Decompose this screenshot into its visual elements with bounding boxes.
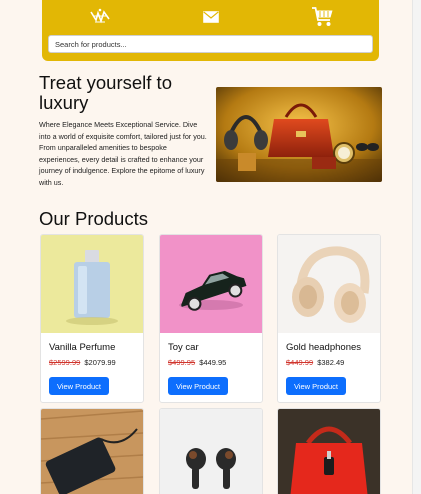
page-scrollbar[interactable] <box>412 0 421 494</box>
products-section-title: Our Products <box>39 208 148 229</box>
search-input[interactable] <box>48 35 373 53</box>
view-product-button[interactable]: View Product <box>286 377 346 395</box>
product-image-red-handbag[interactable] <box>278 409 380 494</box>
logo-icon[interactable] <box>88 6 112 28</box>
current-price: $449.95 <box>199 358 227 367</box>
product-name: Toy car <box>168 342 199 353</box>
cart-icon[interactable] <box>310 6 334 28</box>
product-name: Gold headphones <box>286 342 362 353</box>
product-card: Gold headphones $449.99 $382.49 View Pro… <box>277 234 381 403</box>
product-prices: $449.99 $382.49 <box>286 358 344 367</box>
product-image-toy-car[interactable] <box>160 235 262 333</box>
hero-luxury-image <box>216 87 382 182</box>
top-header <box>42 0 379 61</box>
old-price: $2599.99 <box>49 358 81 367</box>
hero-description: Where Elegance Meets Exceptional Service… <box>39 120 207 187</box>
hero-title: Treat yourself to luxury <box>39 72 172 113</box>
product-image-perfume[interactable] <box>41 235 143 333</box>
old-price: $499.95 <box>168 358 196 367</box>
old-price: $449.99 <box>286 358 314 367</box>
product-card <box>159 408 263 494</box>
product-card <box>277 408 381 494</box>
product-card <box>40 408 144 494</box>
current-price: $382.49 <box>317 358 345 367</box>
product-card: Vanilla Perfume $2599.99 $2079.99 View P… <box>40 234 144 403</box>
current-price: $2079.99 <box>84 358 116 367</box>
product-name: Vanilla Perfume <box>49 342 116 353</box>
view-product-button[interactable]: View Product <box>168 377 228 395</box>
product-image-headphones[interactable] <box>278 235 380 333</box>
product-image-earbuds[interactable] <box>160 409 262 494</box>
product-card: Toy car $499.95 $449.95 View Product <box>159 234 263 403</box>
product-image-power-bank[interactable] <box>41 409 143 494</box>
mail-icon[interactable] <box>201 6 221 28</box>
product-prices: $499.95 $449.95 <box>168 358 226 367</box>
view-product-button[interactable]: View Product <box>49 377 109 395</box>
product-prices: $2599.99 $2079.99 <box>49 358 116 367</box>
